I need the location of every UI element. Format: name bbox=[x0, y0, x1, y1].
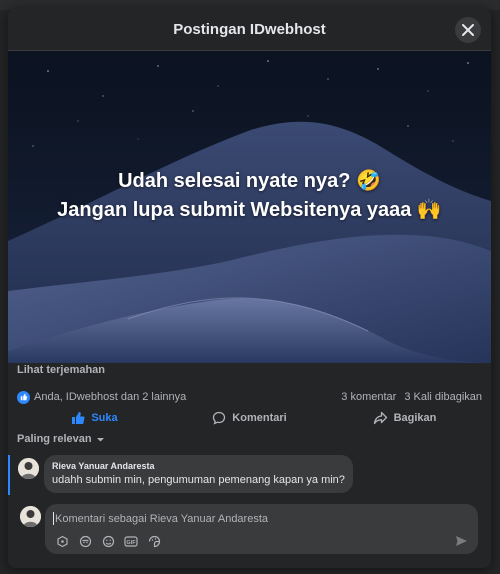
avatar[interactable] bbox=[18, 458, 39, 479]
avatar bbox=[20, 506, 41, 527]
like-label: Suka bbox=[91, 412, 118, 424]
comment-bubble: Rieva Yanuar Andaresta udahh submin min,… bbox=[44, 455, 353, 493]
like-reaction-icon bbox=[17, 390, 30, 404]
comment-sort-dropdown[interactable]: Paling relevan bbox=[17, 433, 105, 445]
like-button[interactable]: Suka bbox=[17, 411, 172, 425]
close-button[interactable] bbox=[455, 17, 481, 43]
overlay-line-1: Udah selesai nyate nya? 🤣 bbox=[118, 170, 381, 192]
svg-text:GIF: GIF bbox=[126, 540, 136, 546]
comment-button[interactable]: Komentari bbox=[172, 411, 327, 425]
smiley-sticker-icon[interactable] bbox=[147, 534, 161, 548]
comment-text: udahh submin min, pengumuman pemenang ka… bbox=[52, 474, 345, 486]
sticker-icon[interactable] bbox=[55, 534, 69, 548]
reactions-summary[interactable]: Anda, IDwebhost dan 2 lainnya bbox=[34, 391, 186, 403]
share-icon bbox=[373, 411, 387, 425]
composer-tools: GIF bbox=[55, 534, 161, 548]
post-modal: Postingan IDwebhost Udah selesai nyate n… bbox=[8, 8, 491, 568]
post-image[interactable]: Udah selesai nyate nya? 🤣 Jangan lupa su… bbox=[8, 51, 491, 363]
send-icon[interactable] bbox=[455, 534, 468, 552]
share-label: Bagikan bbox=[393, 412, 437, 424]
like-icon bbox=[72, 412, 85, 424]
post-caption-overlay: Udah selesai nyate nya? 🤣 Jangan lupa su… bbox=[8, 167, 491, 225]
post-actions: Suka Komentari Bagikan bbox=[17, 407, 482, 429]
emoji-icon[interactable] bbox=[101, 534, 115, 548]
shares-count[interactable]: 3 Kali dibagikan bbox=[404, 391, 482, 403]
modal-title: Postingan IDwebhost bbox=[173, 20, 326, 38]
comment-label: Komentari bbox=[232, 412, 287, 424]
comments-count[interactable]: 3 komentar bbox=[341, 391, 396, 403]
comment-author[interactable]: Rieva Yanuar Andaresta bbox=[52, 460, 345, 472]
comment-icon bbox=[213, 411, 226, 425]
chevron-down-icon bbox=[96, 437, 104, 441]
avatar-sticker-icon[interactable] bbox=[78, 534, 92, 548]
comment-input-box: GIF bbox=[45, 504, 478, 554]
sort-label: Paling relevan bbox=[17, 433, 92, 445]
comment-item: Rieva Yanuar Andaresta udahh submin min,… bbox=[8, 453, 491, 495]
comment-composer: GIF bbox=[8, 502, 491, 568]
overlay-line-2: Jangan lupa submit Websitenya yaaa 🙌 bbox=[57, 199, 442, 221]
close-icon bbox=[462, 24, 474, 36]
text-caret bbox=[53, 512, 54, 525]
gif-icon[interactable]: GIF bbox=[124, 534, 138, 548]
see-translation-link[interactable]: Lihat terjemahan bbox=[17, 364, 105, 376]
comment-input[interactable] bbox=[53, 510, 457, 528]
share-button[interactable]: Bagikan bbox=[327, 411, 482, 425]
comment-highlight-bar bbox=[8, 455, 10, 495]
post-stats: Anda, IDwebhost dan 2 lainnya 3 komentar… bbox=[17, 389, 482, 405]
modal-header: Postingan IDwebhost bbox=[8, 8, 491, 51]
